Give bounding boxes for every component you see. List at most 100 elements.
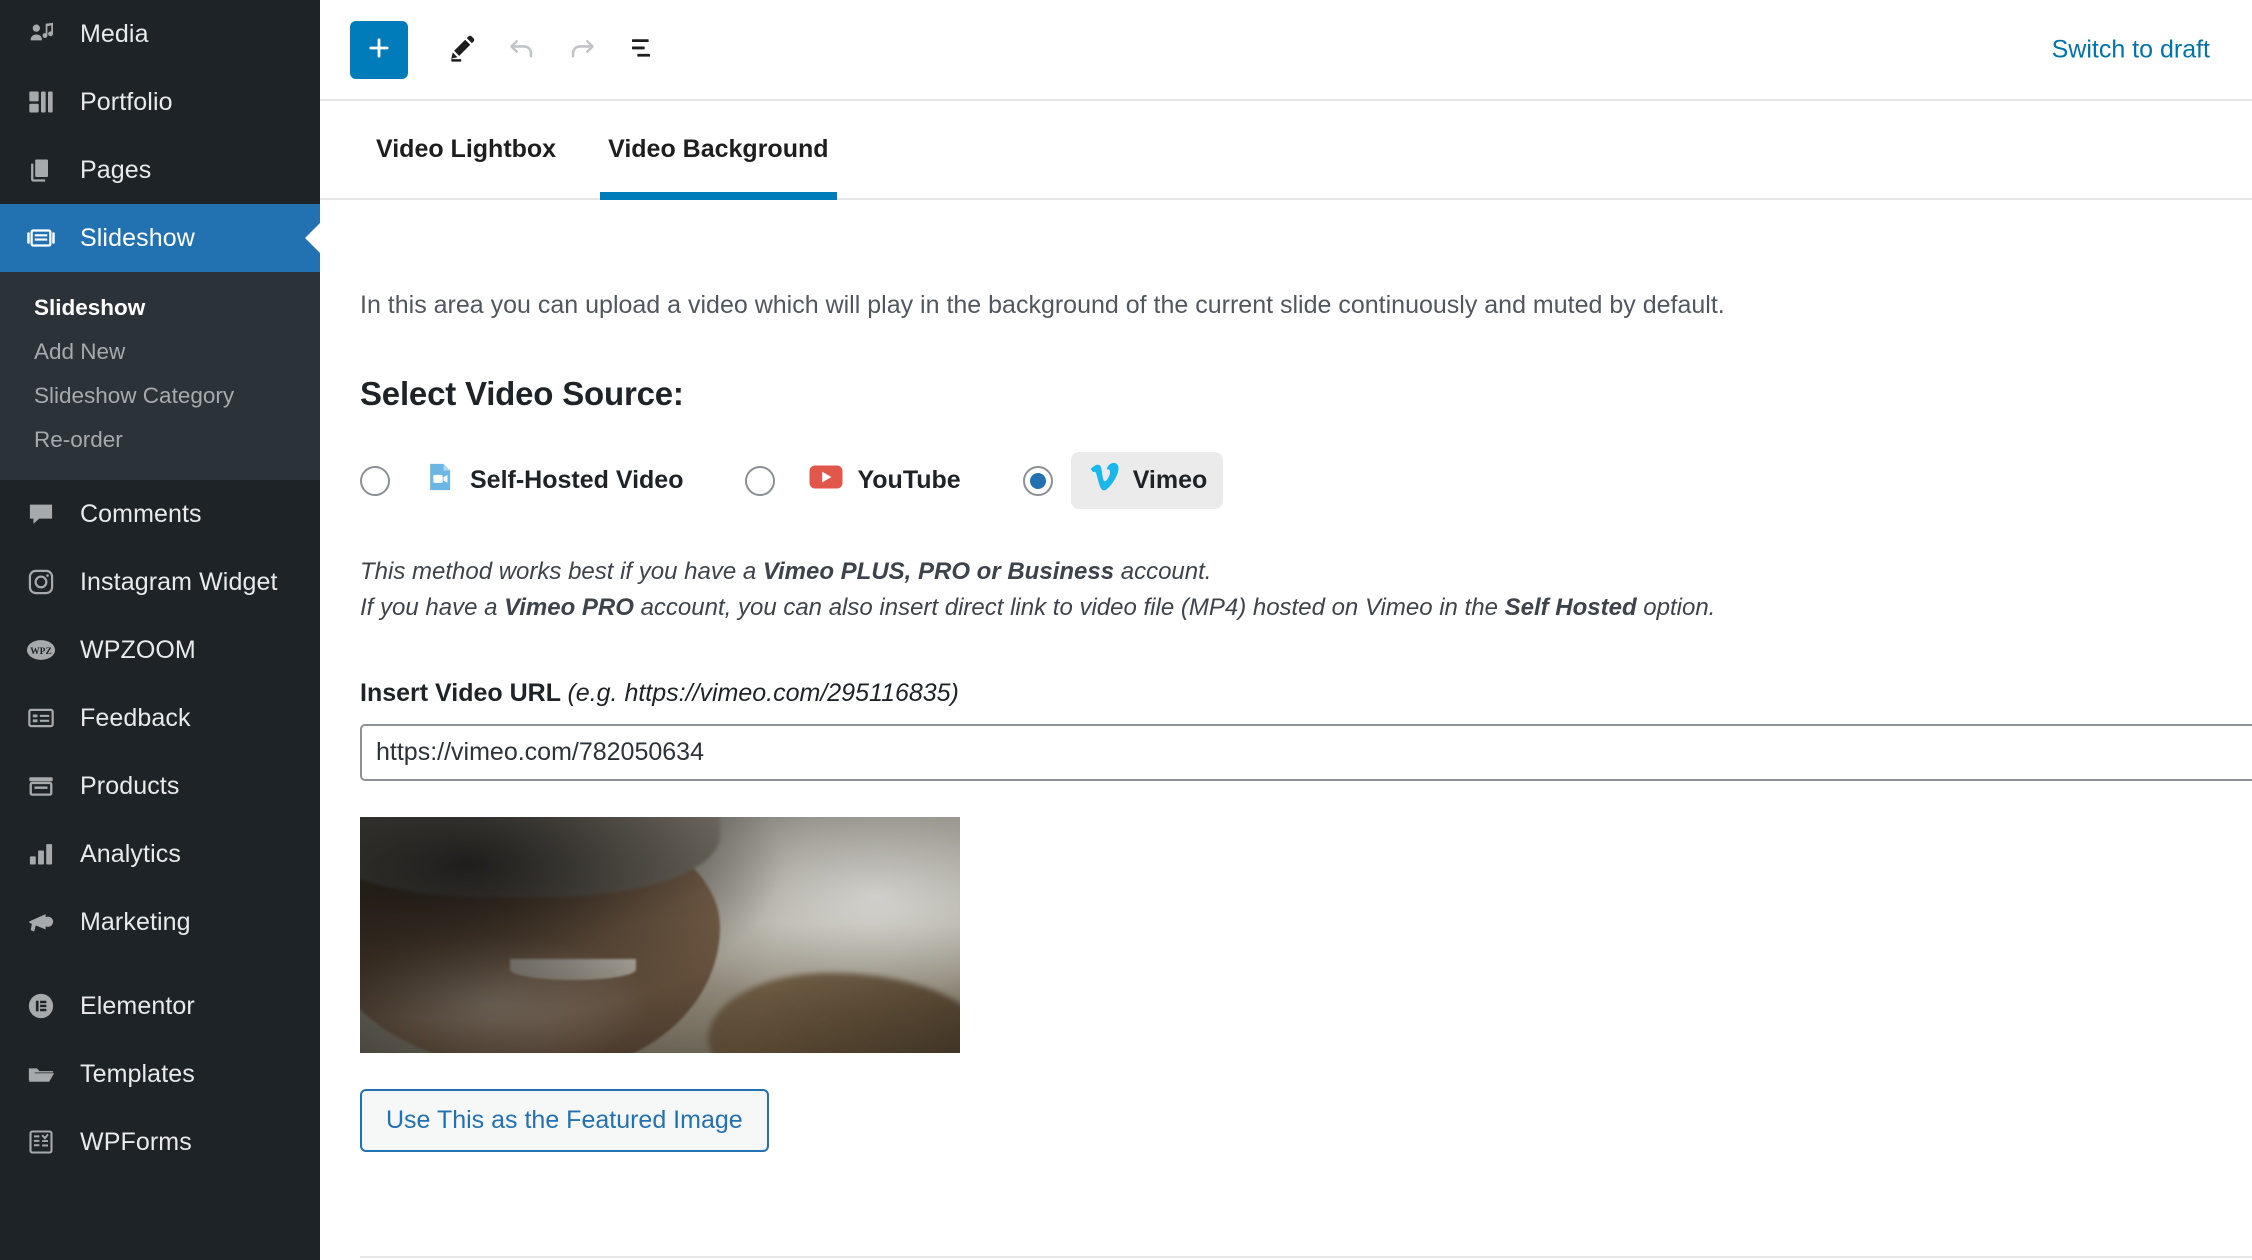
folder-icon xyxy=(18,1060,64,1088)
panel-bottom-divider xyxy=(360,1256,2252,1258)
edit-tool-button[interactable] xyxy=(432,20,492,80)
source-option-self-hosted[interactable]: Self-Hosted Video xyxy=(360,451,699,510)
list-view-button[interactable] xyxy=(612,20,672,80)
radio-youtube[interactable] xyxy=(745,465,776,496)
admin-sidebar: Media Portfolio Pages Slideshow Slidesho… xyxy=(0,0,320,1260)
sidebar-item-label: Feedback xyxy=(80,703,191,732)
sidebar-item-label: Elementor xyxy=(80,991,195,1020)
pages-icon xyxy=(18,156,64,184)
sidebar-item-label: Instagram Widget xyxy=(80,567,278,596)
panel-content: In this area you can upload a video whic… xyxy=(320,288,2252,1152)
sidebar-item-products[interactable]: Products xyxy=(0,752,320,820)
hint-1b: Vimeo PLUS, PRO or Business xyxy=(762,558,1115,585)
sidebar-item-analytics[interactable]: Analytics xyxy=(0,820,320,888)
youtube-icon xyxy=(809,464,843,497)
plus-icon xyxy=(365,34,393,65)
submenu-item-slideshow[interactable]: Slideshow xyxy=(0,286,320,330)
sidebar-item-elementor[interactable]: Elementor xyxy=(0,972,320,1040)
source-pill-youtube[interactable]: YouTube xyxy=(793,454,976,507)
editor-toolbar: Switch to draft xyxy=(320,0,2252,101)
thumbnail-overlay xyxy=(360,816,960,1053)
hint-2a: If you have a xyxy=(360,594,505,622)
sidebar-item-label: Analytics xyxy=(80,839,181,868)
submenu-item-re-order[interactable]: Re-order xyxy=(0,418,320,462)
hint-1a: This method works best if you have a xyxy=(360,558,763,585)
source-pill-self-hosted[interactable]: Self-Hosted Video xyxy=(408,451,699,510)
wordpress-editor-screen: Media Portfolio Pages Slideshow Slidesho… xyxy=(0,0,2252,1260)
toolbar-left-group xyxy=(350,20,672,80)
video-url-input[interactable] xyxy=(360,723,2252,781)
slideshow-icon xyxy=(18,223,64,253)
wpzoom-icon: WPZ xyxy=(18,635,64,665)
media-icon xyxy=(18,20,64,48)
sidebar-item-instagram-widget[interactable]: Instagram Widget xyxy=(0,548,320,616)
sidebar-item-label: WPZOOM xyxy=(80,635,196,664)
hint-2c: account, you can also insert direct link… xyxy=(633,594,1505,622)
url-label-text: Insert Video URL xyxy=(360,678,561,707)
use-as-featured-image-button[interactable]: Use This as the Featured Image xyxy=(360,1088,769,1152)
feedback-icon xyxy=(18,704,64,732)
slideshow-submenu: Slideshow Add New Slideshow Category Re-… xyxy=(0,272,320,480)
sidebar-item-label: Products xyxy=(80,771,180,800)
panel-intro-text: In this area you can upload a video whic… xyxy=(360,291,1725,319)
sidebar-item-wpzoom[interactable]: WPZ WPZOOM xyxy=(0,616,320,684)
megaphone-icon xyxy=(18,908,64,936)
sidebar-item-label: Portfolio xyxy=(80,87,173,116)
hint-1c: account. xyxy=(1114,558,1212,585)
radio-self-hosted-video[interactable] xyxy=(360,465,390,496)
sidebar-item-label: Comments xyxy=(80,499,202,528)
url-example-text: (e.g. https://vimeo.com/295116835) xyxy=(567,678,959,707)
svg-text:WPZ: WPZ xyxy=(30,647,52,657)
hint-2d: Self Hosted xyxy=(1504,594,1637,622)
vimeo-hint-text: This method works best if you have a Vim… xyxy=(360,554,2212,627)
sidebar-item-wpforms[interactable]: WPForms xyxy=(0,1108,320,1176)
source-label-vimeo: Vimeo xyxy=(1132,466,1208,494)
radio-vimeo[interactable] xyxy=(1022,465,1053,496)
sidebar-item-label: Slideshow xyxy=(80,223,195,252)
sidebar-item-portfolio[interactable]: Portfolio xyxy=(0,68,320,136)
redo-arrow-icon xyxy=(565,31,599,68)
video-source-options: Self-Hosted Video YouTube Vimeo xyxy=(360,451,2212,510)
sidebar-item-media[interactable]: Media xyxy=(0,0,320,68)
sidebar-item-label: Media xyxy=(80,19,149,48)
video-thumbnail xyxy=(360,816,960,1053)
source-pill-vimeo[interactable]: Vimeo xyxy=(1070,452,1224,509)
elementor-icon xyxy=(18,992,64,1020)
sidebar-item-marketing[interactable]: Marketing xyxy=(0,888,320,956)
tab-video-background[interactable]: Video Background xyxy=(582,101,854,200)
hint-line-1: This method works best if you have a Vim… xyxy=(360,554,2212,590)
source-option-vimeo[interactable]: Vimeo xyxy=(1022,452,1224,509)
analytics-bars-icon xyxy=(18,840,64,868)
sidebar-item-feedback[interactable]: Feedback xyxy=(0,684,320,752)
tab-video-lightbox[interactable]: Video Lightbox xyxy=(350,101,582,198)
sidebar-item-label: WPForms xyxy=(80,1127,192,1156)
panel-tabs: Video Lightbox Video Background xyxy=(320,101,2252,200)
sidebar-item-comments[interactable]: Comments xyxy=(0,480,320,548)
sidebar-item-label: Pages xyxy=(80,155,152,184)
redo-button[interactable] xyxy=(552,20,612,80)
instagram-icon xyxy=(18,568,64,596)
insert-video-url-label: Insert Video URL (e.g. https://vimeo.com… xyxy=(360,679,2212,708)
hint-2b: Vimeo PRO xyxy=(504,594,634,622)
source-label-youtube: YouTube xyxy=(857,466,961,494)
undo-arrow-icon xyxy=(505,31,539,68)
sidebar-divider xyxy=(0,956,320,972)
vimeo-icon xyxy=(1087,462,1119,499)
undo-button[interactable] xyxy=(492,20,552,80)
products-icon xyxy=(18,772,64,800)
sidebar-item-label: Templates xyxy=(80,1059,195,1088)
portfolio-icon xyxy=(18,88,64,116)
sidebar-item-label: Marketing xyxy=(80,907,191,936)
wpforms-icon xyxy=(18,1128,64,1156)
sidebar-item-pages[interactable]: Pages xyxy=(0,136,320,204)
pencil-icon xyxy=(446,32,478,67)
source-option-youtube[interactable]: YouTube xyxy=(745,454,976,507)
switch-to-draft-link[interactable]: Switch to draft xyxy=(2052,35,2210,64)
sidebar-item-slideshow[interactable]: Slideshow xyxy=(0,204,320,272)
add-block-button[interactable] xyxy=(350,20,408,79)
submenu-item-add-new[interactable]: Add New xyxy=(0,330,320,374)
hint-line-2: If you have a Vimeo PRO account, you can… xyxy=(360,590,2212,626)
sidebar-item-templates[interactable]: Templates xyxy=(0,1040,320,1108)
source-label-self-hosted: Self-Hosted Video xyxy=(470,466,684,494)
submenu-item-slideshow-category[interactable]: Slideshow Category xyxy=(0,374,320,418)
